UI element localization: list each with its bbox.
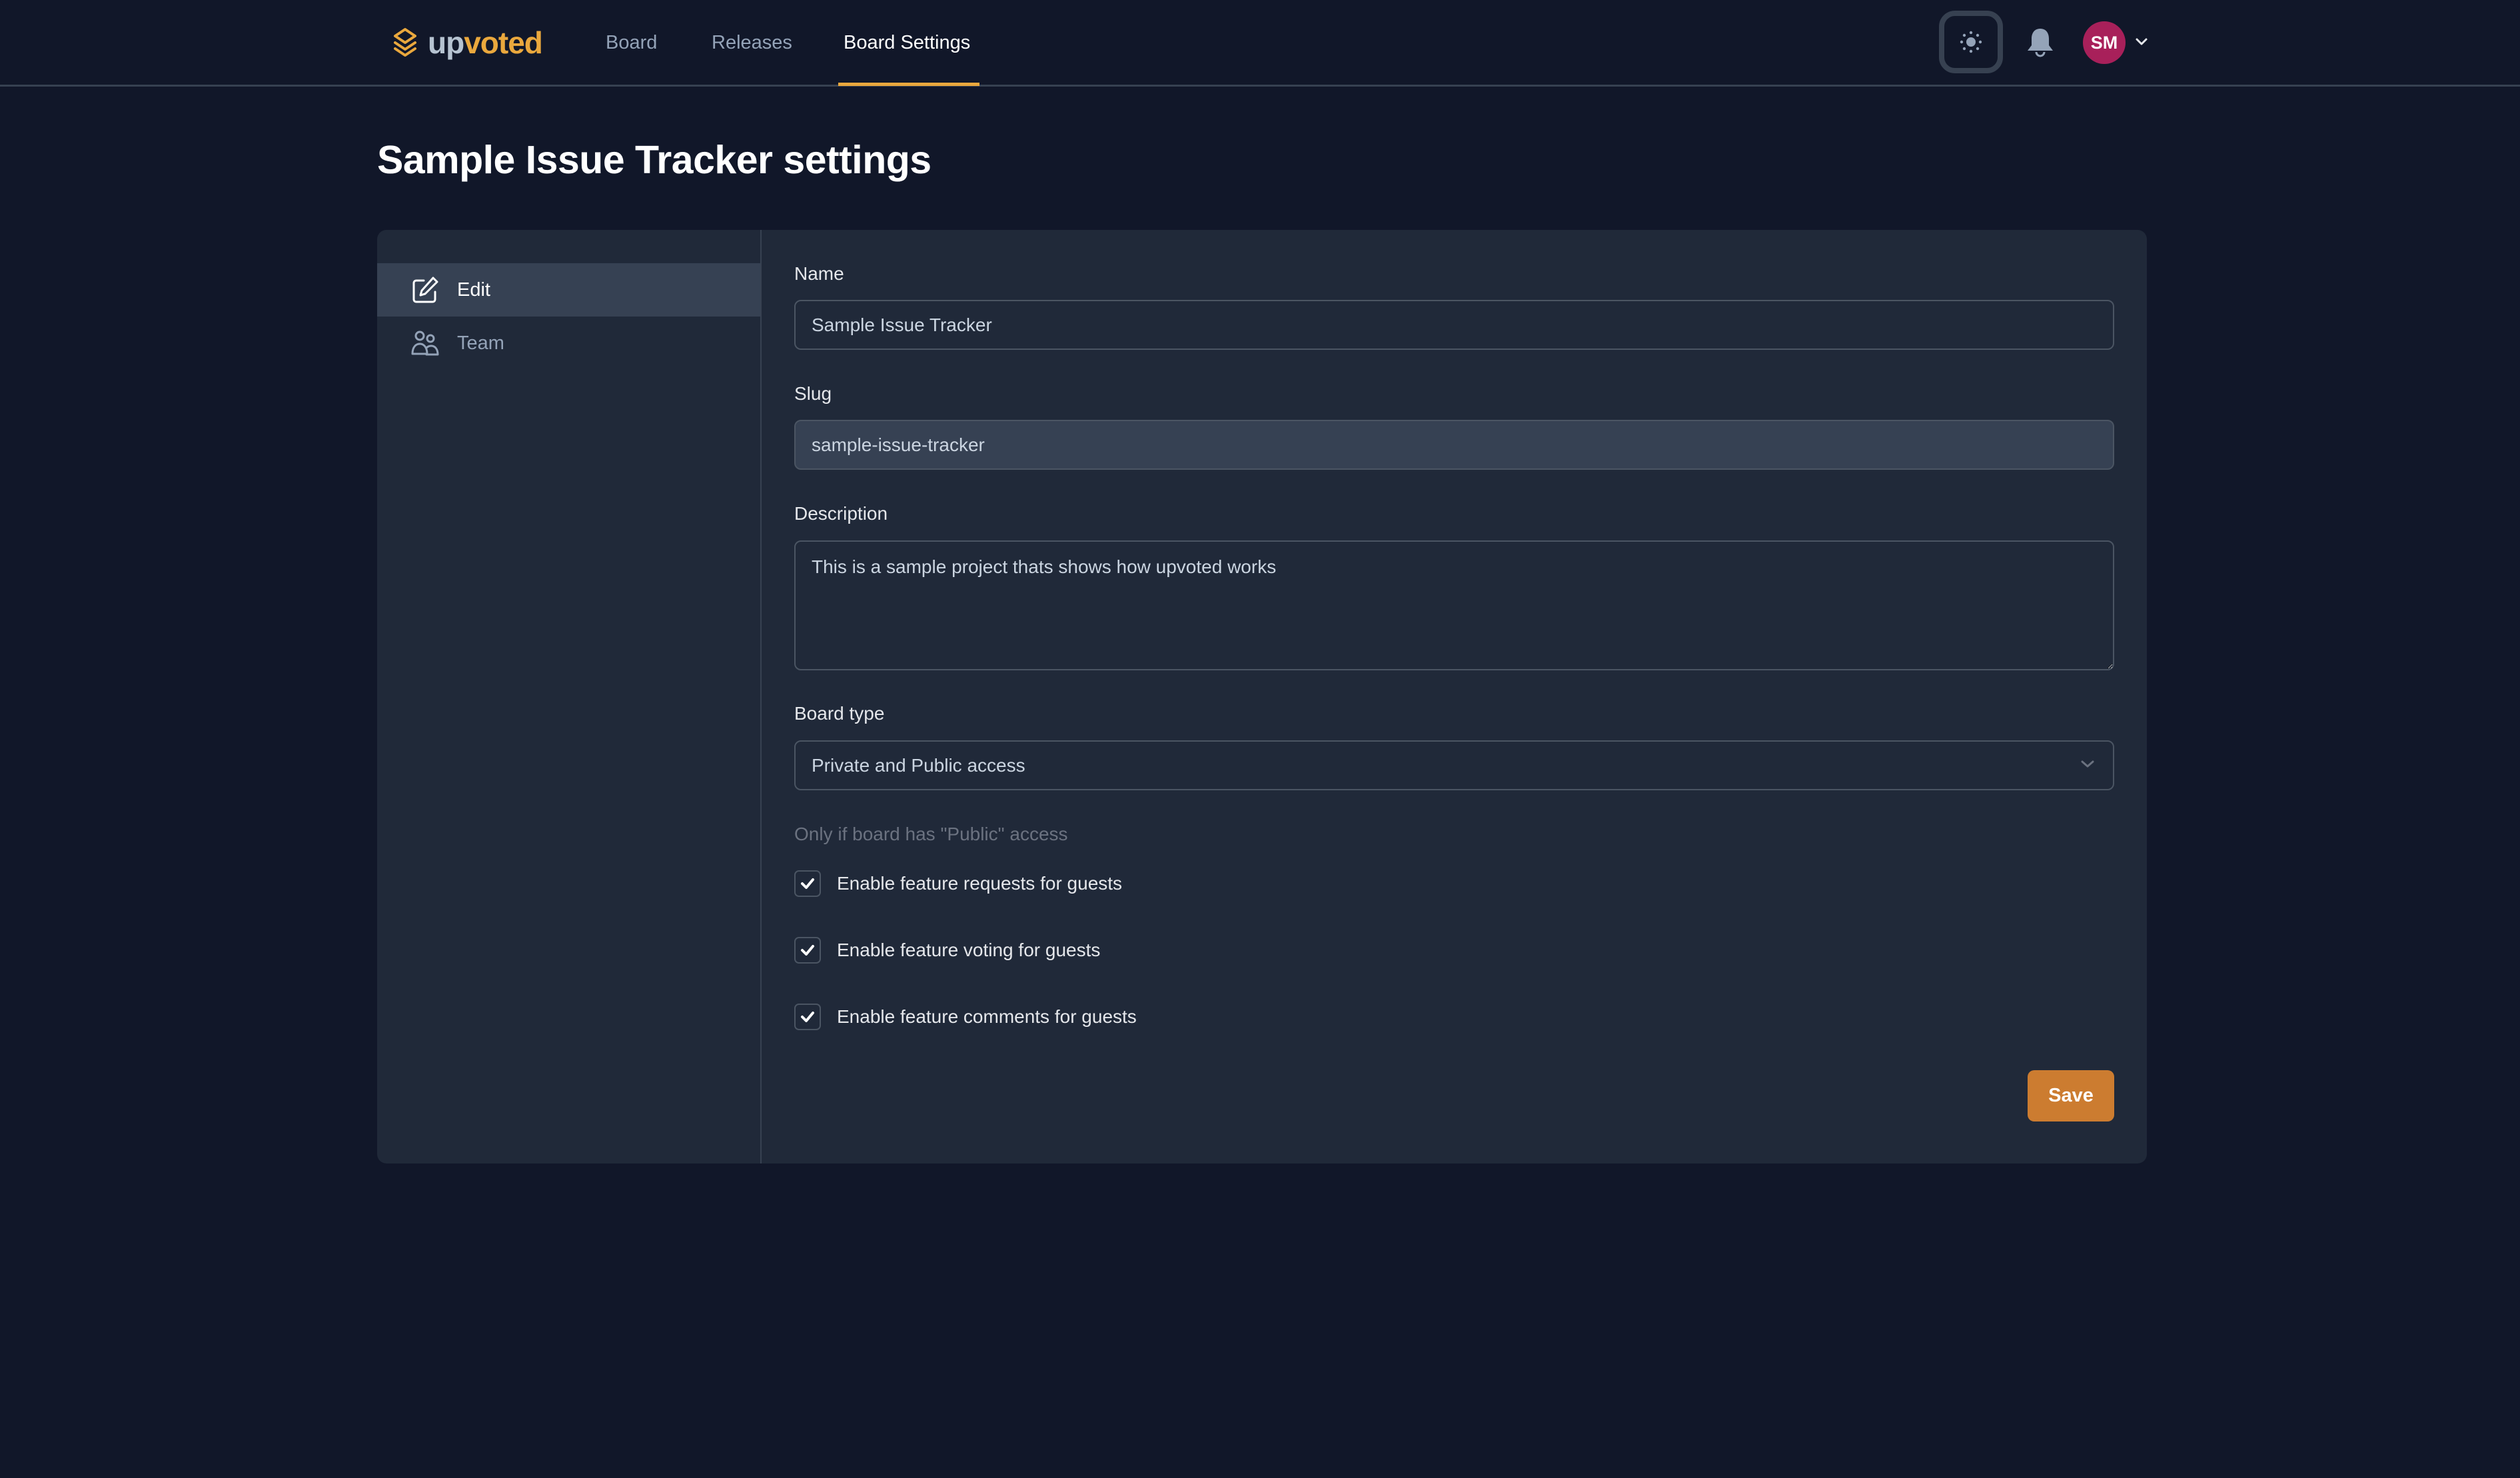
theme-toggle-button[interactable] (1939, 11, 2003, 73)
feature-requests-checkbox[interactable] (794, 870, 821, 897)
chevron-down-icon (2081, 760, 2094, 768)
board-settings-form: Name Slug Description This is a sample p… (794, 230, 2114, 1163)
user-avatar[interactable]: SM (2083, 21, 2126, 64)
feature-voting-checkbox[interactable] (794, 937, 821, 964)
checkbox-row-feature-requests[interactable]: Enable feature requests for guests (794, 870, 1122, 897)
logo-text-up: up (428, 25, 464, 60)
edit-icon (412, 277, 438, 303)
page-title: Sample Issue Tracker settings (377, 138, 932, 182)
users-icon (411, 331, 439, 356)
nav-releases[interactable]: Releases (712, 31, 792, 55)
chevron-down-icon[interactable] (2134, 37, 2149, 47)
settings-card: Edit Team Name Slug Description This is … (377, 230, 2147, 1163)
settings-sidebar: Edit Team (377, 230, 762, 1163)
checkbox-label: Enable feature voting for guests (837, 940, 1101, 960)
stacked-layers-icon (394, 28, 416, 57)
board-type-select-value[interactable]: Private and Public access (794, 740, 2114, 790)
checkbox-row-feature-comments[interactable]: Enable feature comments for guests (794, 1004, 1137, 1030)
board-type-select[interactable]: Private and Public access (794, 740, 2114, 790)
sun-icon (1960, 31, 1982, 53)
description-textarea[interactable]: This is a sample project thats shows how… (794, 540, 2114, 670)
slug-label: Slug (794, 383, 832, 404)
checkbox-label: Enable feature comments for guests (837, 1006, 1137, 1027)
sidebar-item-label: Team (457, 332, 504, 354)
nav-board-settings[interactable]: Board Settings (844, 31, 970, 55)
checkbox-row-feature-voting[interactable]: Enable feature voting for guests (794, 937, 1100, 964)
name-label: Name (794, 263, 844, 284)
active-tab-indicator (838, 83, 979, 86)
logo[interactable]: upvoted (392, 24, 543, 61)
sidebar-item-team[interactable]: Team (377, 317, 760, 370)
sidebar-item-edit[interactable]: Edit (377, 263, 760, 317)
name-input[interactable] (794, 300, 2114, 350)
top-navbar: upvoted Board Releases Board Settings SM (0, 0, 2520, 87)
sidebar-item-label: Edit (457, 279, 490, 301)
public-access-note: Only if board has "Public" access (794, 824, 1068, 844)
board-type-label: Board type (794, 703, 885, 724)
avatar-initials: SM (2090, 32, 2118, 53)
description-label: Description (794, 503, 888, 524)
bell-icon[interactable] (2026, 27, 2055, 59)
save-button[interactable]: Save (2028, 1070, 2114, 1121)
checkbox-label: Enable feature requests for guests (837, 873, 1123, 894)
logo-text: upvoted (428, 25, 543, 60)
checkmark-icon (801, 1012, 814, 1022)
feature-comments-checkbox[interactable] (794, 1004, 821, 1030)
logo-text-voted: voted (464, 25, 543, 60)
slug-input[interactable] (794, 420, 2114, 470)
nav-board[interactable]: Board (606, 31, 657, 55)
checkmark-icon (801, 878, 814, 889)
checkmark-icon (801, 945, 814, 956)
